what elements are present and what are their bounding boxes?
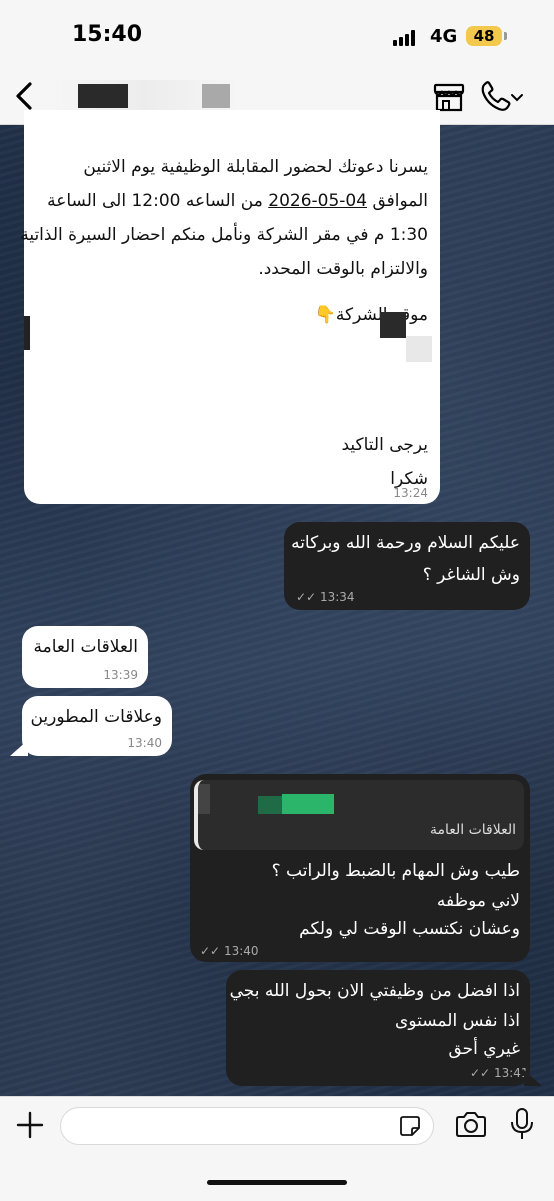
battery-tip bbox=[504, 32, 507, 40]
message-line: عليكم السلام ورحمة الله وبركاته bbox=[291, 533, 520, 553]
home-indicator bbox=[207, 1180, 347, 1185]
redacted-link bbox=[406, 336, 432, 362]
message-line: اذا افضل من وظيفتي الان بحول الله بجي bbox=[229, 981, 520, 1001]
back-arrow-icon[interactable] bbox=[10, 80, 40, 112]
redaction-block bbox=[202, 84, 230, 108]
redaction-block bbox=[198, 784, 210, 814]
date-link[interactable]: 2026-05-04 bbox=[268, 191, 367, 211]
location-label: موقع الشركة👇 bbox=[314, 305, 428, 325]
redaction-block bbox=[258, 796, 282, 814]
message-line: طيب وش المهام بالضبط والراتب ؟ bbox=[271, 861, 520, 881]
battery-icon: 48 bbox=[466, 26, 502, 46]
message-incoming[interactable]: وعلاقات المطورين 13:40 bbox=[22, 696, 172, 756]
status-time: 15:40 bbox=[72, 22, 143, 47]
bubble-tail bbox=[10, 740, 28, 756]
message-text: الموافق bbox=[367, 191, 428, 211]
quoted-message[interactable]: العلاقات العامة bbox=[194, 780, 524, 850]
message-line: غيري أحق bbox=[448, 1039, 520, 1059]
bubble-tail bbox=[524, 1070, 542, 1086]
message-line: وش الشاغر ؟ bbox=[422, 565, 520, 585]
message-outgoing[interactable]: عليكم السلام ورحمة الله وبركاته وش الشاغ… bbox=[284, 522, 530, 610]
message-time: 13:39 bbox=[103, 668, 138, 682]
message-time: 13:41 ✓✓ bbox=[470, 1066, 529, 1080]
chat-header: 15:40 4G 48 bbox=[0, 0, 554, 125]
message-time: 13:34 ✓✓ bbox=[296, 590, 355, 604]
message-time: 13:40 ✓✓ bbox=[200, 944, 259, 958]
message-text: العلاقات العامة bbox=[33, 637, 138, 657]
message-line: والالتزام بالوقت المحدد. bbox=[258, 259, 428, 279]
microphone-icon[interactable] bbox=[508, 1107, 536, 1141]
plus-icon[interactable] bbox=[14, 1109, 46, 1141]
phone-call-icon[interactable] bbox=[478, 80, 524, 114]
message-time: 13:24 bbox=[393, 486, 428, 500]
message-line: الموافق 2026-05-04 من الساعه 12:00 الى ا… bbox=[47, 191, 428, 211]
quoted-text: العلاقات العامة bbox=[429, 822, 516, 838]
sticker-icon[interactable] bbox=[399, 1115, 421, 1137]
message-outgoing[interactable]: اذا افضل من وظيفتي الان بحول الله بجي اذ… bbox=[226, 970, 530, 1086]
redaction-block bbox=[78, 84, 128, 108]
message-line: يسرنا دعوتك لحضور المقابلة الوظيفية يوم … bbox=[83, 157, 428, 177]
business-store-icon[interactable] bbox=[432, 82, 466, 112]
message-input-bar bbox=[0, 1096, 554, 1201]
read-receipt-icon: ✓✓ bbox=[470, 1066, 491, 1080]
confirm-text: يرجى التاكيد bbox=[341, 435, 428, 455]
read-receipt-icon: ✓✓ bbox=[296, 590, 317, 604]
message-incoming[interactable]: العلاقات العامة 13:39 bbox=[22, 626, 148, 688]
network-type: 4G bbox=[430, 26, 458, 47]
message-time: 13:40 bbox=[127, 736, 162, 750]
camera-icon[interactable] bbox=[454, 1111, 488, 1139]
message-incoming[interactable]: يسرنا دعوتك لحضور المقابلة الوظيفية يوم … bbox=[20, 110, 440, 504]
message-text: من الساعه bbox=[180, 191, 269, 211]
redacted-link bbox=[380, 312, 406, 338]
message-outgoing[interactable]: العلاقات العامة طيب وش المهام بالضبط وال… bbox=[190, 774, 530, 962]
redaction-block bbox=[282, 794, 334, 814]
message-line: وعشان نكتسب الوقت لي ولكم bbox=[299, 919, 520, 939]
message-text: الى الساعة bbox=[47, 191, 132, 211]
message-line: 1:30 م في مقر الشركة ونأمل منكم احضار ال… bbox=[20, 225, 428, 245]
read-receipt-icon: ✓✓ bbox=[200, 944, 221, 958]
redacted-link bbox=[24, 316, 30, 350]
message-input[interactable] bbox=[60, 1107, 434, 1145]
signal-icon bbox=[393, 30, 419, 46]
message-text: وعلاقات المطورين bbox=[30, 707, 162, 727]
